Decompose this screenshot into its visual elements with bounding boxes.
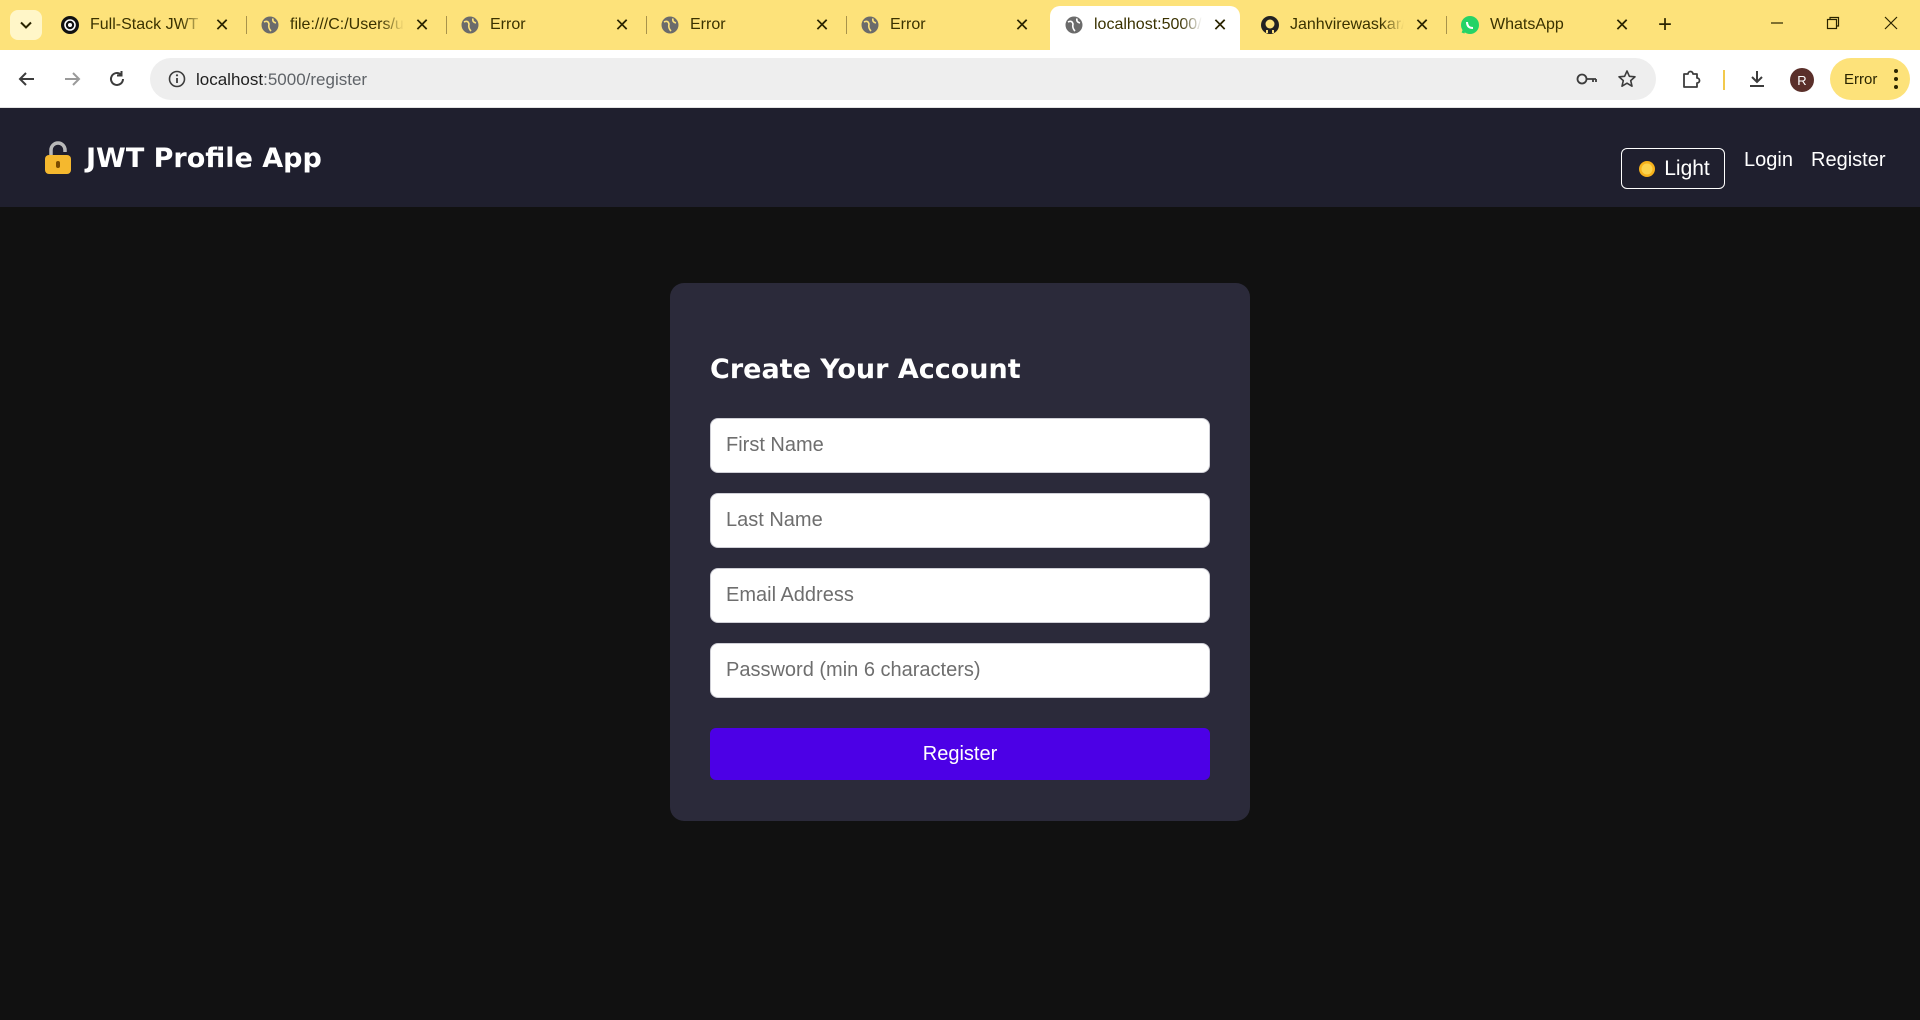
github-icon	[1260, 15, 1280, 35]
page-title: Create Your Account	[710, 354, 1021, 385]
first-name-field[interactable]	[710, 418, 1210, 473]
arrow-right-icon	[65, 72, 81, 86]
close-icon[interactable]: ✕	[1412, 15, 1432, 35]
register-submit-button[interactable]: Register	[710, 728, 1210, 780]
error-chip-label: Error	[1844, 70, 1878, 88]
register-card: Create Your Account Register	[670, 283, 1250, 821]
close-icon[interactable]: ✕	[212, 15, 232, 35]
password-field[interactable]	[710, 643, 1210, 698]
close-icon[interactable]: ✕	[612, 15, 632, 35]
close-icon[interactable]: ✕	[1612, 15, 1632, 35]
bookmark-star-icon[interactable]	[1610, 62, 1644, 96]
restore-button[interactable]	[1808, 0, 1858, 46]
browser-error-menu[interactable]: Error	[1830, 58, 1910, 100]
lock-icon	[45, 141, 71, 174]
restore-icon	[1826, 16, 1840, 30]
tab-title: Error	[890, 16, 926, 33]
address-bar[interactable]: localhost:5000/register	[150, 58, 1656, 100]
tab-whatsapp[interactable]: WhatsApp ✕	[1446, 6, 1642, 44]
globe-icon	[460, 15, 480, 35]
chevron-down-icon	[20, 21, 32, 29]
close-icon[interactable]: ✕	[1012, 15, 1032, 35]
puzzle-icon	[1683, 70, 1701, 88]
email-field[interactable]	[710, 568, 1210, 623]
download-icon	[1750, 71, 1764, 87]
site-info-icon[interactable]	[160, 62, 194, 96]
url-path: :5000/register	[263, 70, 368, 89]
tab-title: file:///C:/Users/u	[290, 16, 404, 33]
tab-localhost-active[interactable]: localhost:5000/re ✕	[1050, 6, 1240, 50]
tab-file[interactable]: file:///C:/Users/u ✕	[246, 6, 442, 44]
theme-toggle-label: Light	[1664, 156, 1710, 180]
close-icon[interactable]: ✕	[812, 15, 832, 35]
close-icon[interactable]: ✕	[1210, 15, 1230, 35]
more-vert-icon	[1894, 69, 1898, 89]
globe-icon	[660, 15, 680, 35]
tab-chatgpt[interactable]: Full-Stack JWT Pr ✕	[46, 6, 242, 44]
tab-title: Full-Stack JWT Pr	[90, 16, 204, 33]
back-button[interactable]	[10, 62, 44, 96]
url-host: localhost	[196, 70, 264, 89]
close-window-button[interactable]	[1866, 0, 1916, 46]
browser-tab-strip: Full-Stack JWT Pr ✕ file:///C:/Users/u ✕…	[0, 0, 1920, 50]
close-icon[interactable]: ✕	[412, 15, 432, 35]
app-navbar: JWT Profile App Light Login Register	[0, 108, 1920, 207]
arrow-left-icon	[18, 72, 34, 86]
reload-icon	[110, 71, 124, 86]
plus-icon: +	[1657, 11, 1672, 38]
toolbar-divider	[1723, 70, 1725, 90]
chatgpt-icon	[60, 15, 80, 35]
globe-icon	[1064, 15, 1084, 35]
browser-toolbar: localhost:5000/register R Error	[0, 50, 1920, 108]
forward-button[interactable]	[55, 62, 89, 96]
tab-title: Error	[490, 16, 526, 33]
theme-toggle-button[interactable]: Light	[1621, 148, 1725, 189]
tab-title: localhost:5000/re	[1094, 16, 1202, 33]
brand-name: JWT Profile App	[86, 142, 322, 174]
new-tab-button[interactable]: +	[1650, 10, 1680, 40]
password-key-icon[interactable]	[1570, 62, 1604, 96]
downloads-button[interactable]	[1740, 62, 1774, 96]
sun-icon	[1639, 160, 1656, 177]
globe-icon	[260, 15, 280, 35]
profile-avatar[interactable]: R	[1790, 68, 1814, 92]
tab-search-button[interactable]	[10, 10, 42, 40]
extensions-button[interactable]	[1674, 62, 1708, 96]
url-text[interactable]: localhost:5000/register	[196, 70, 367, 90]
tab-github[interactable]: Janhvirewaskar/F ✕	[1246, 6, 1442, 44]
tab-title: Janhvirewaskar/F	[1290, 16, 1404, 33]
last-name-field[interactable]	[710, 493, 1210, 548]
tab-title: Error	[690, 16, 726, 33]
minimize-button[interactable]	[1752, 0, 1802, 46]
tab-title: WhatsApp	[1490, 16, 1564, 33]
minimize-icon	[1771, 22, 1783, 24]
close-icon	[1884, 16, 1898, 30]
tab-error-1[interactable]: Error ✕	[446, 6, 642, 44]
nav-register-link[interactable]: Register	[1811, 149, 1885, 172]
tab-error-3[interactable]: Error ✕	[846, 6, 1042, 44]
globe-icon	[860, 15, 880, 35]
reload-button[interactable]	[100, 62, 134, 96]
brand[interactable]: JWT Profile App	[42, 140, 322, 176]
tab-error-2[interactable]: Error ✕	[646, 6, 842, 44]
nav-login-link[interactable]: Login	[1744, 149, 1793, 172]
whatsapp-icon	[1460, 15, 1480, 35]
